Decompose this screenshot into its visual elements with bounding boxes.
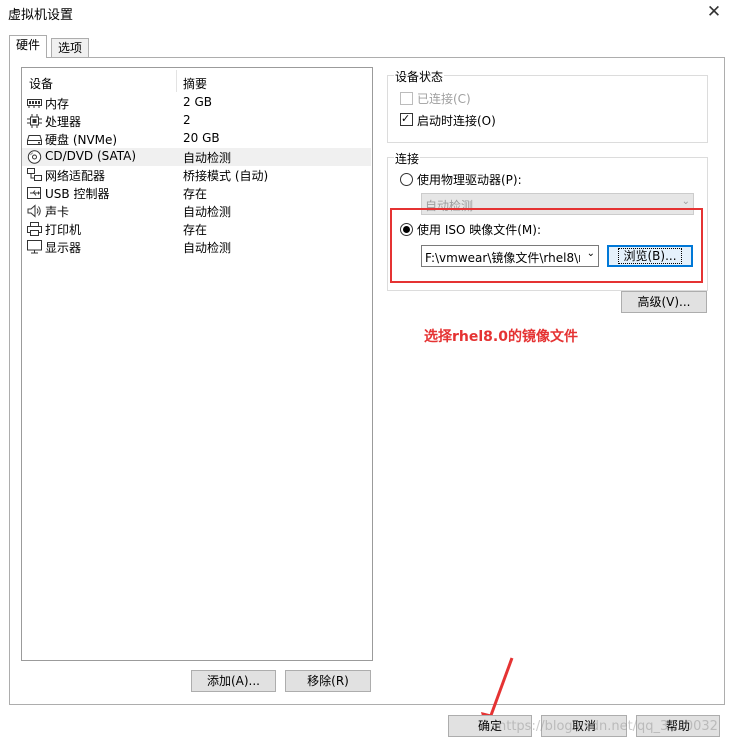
connected-checkbox[interactable] <box>400 92 413 105</box>
device-row-usb[interactable]: USB 控制器 存在 <box>22 184 371 202</box>
device-name: 显示器 <box>45 241 82 255</box>
close-icon[interactable]: ✕ <box>704 2 724 22</box>
device-summary: 20 GB <box>183 131 220 145</box>
device-name: 声卡 <box>45 205 70 219</box>
device-summary: 存在 <box>183 187 208 201</box>
device-name: CD/DVD (SATA) <box>45 149 137 163</box>
printer-icon <box>27 222 42 236</box>
device-name: 处理器 <box>45 115 82 129</box>
device-row-display[interactable]: 显示器 自动检测 <box>22 238 371 256</box>
cd-icon <box>27 150 42 164</box>
advanced-button[interactable]: 高级(V)... <box>621 291 707 313</box>
monitor-icon <box>27 240 42 254</box>
chevron-down-icon: ⌄ <box>681 196 690 207</box>
device-row-cd-dvd[interactable]: CD/DVD (SATA) 自动检测 <box>22 148 371 166</box>
connected-label: 已连接(C) <box>417 92 471 106</box>
device-name: USB 控制器 <box>45 187 110 201</box>
device-row-network[interactable]: 网络适配器 桥接模式 (自动) <box>22 166 371 184</box>
device-name: 打印机 <box>45 223 82 237</box>
column-divider[interactable] <box>176 70 177 92</box>
memory-icon <box>27 99 42 108</box>
device-summary: 自动检测 <box>183 151 232 165</box>
device-summary: 桥接模式 (自动) <box>183 169 269 183</box>
annotation-text: 选择rhel8.0的镜像文件 <box>424 329 578 345</box>
connect-at-power-on-label: 启动时连接(O) <box>417 114 496 128</box>
device-row-memory[interactable]: 内存 2 GB <box>22 94 371 112</box>
device-row-disk[interactable]: 硬盘 (NVMe) 20 GB <box>22 130 371 148</box>
device-name: 内存 <box>45 97 70 111</box>
remove-device-button[interactable]: 移除(R) <box>285 670 371 692</box>
network-icon <box>27 168 42 181</box>
device-name: 网络适配器 <box>45 169 106 183</box>
window-title: 虚拟机设置 <box>8 8 74 23</box>
tab-hardware[interactable]: 硬件 <box>9 35 48 58</box>
device-name: 硬盘 (NVMe) <box>45 133 118 147</box>
device-status-group <box>387 75 708 143</box>
device-status-title: 设备状态 <box>394 68 445 85</box>
highlight-box <box>390 208 703 283</box>
physical-drive-radio[interactable] <box>400 173 413 186</box>
column-header-device[interactable]: 设备 <box>29 75 53 92</box>
device-summary: 自动检测 <box>183 241 232 255</box>
speaker-icon <box>27 204 41 218</box>
add-device-button[interactable]: 添加(A)... <box>191 670 276 692</box>
device-row-cpu[interactable]: 处理器 2 <box>22 112 371 130</box>
watermark: https://blog.csdn.net/qq_38..0032 <box>498 719 718 734</box>
device-summary: 自动检测 <box>183 205 232 219</box>
disk-icon <box>27 135 42 145</box>
usb-icon <box>27 187 41 199</box>
connection-title: 连接 <box>394 150 421 167</box>
device-summary: 2 <box>183 113 191 127</box>
tab-options[interactable]: 选项 <box>51 38 90 58</box>
device-row-printer[interactable]: 打印机 存在 <box>22 220 371 238</box>
device-summary: 2 GB <box>183 95 212 109</box>
connect-at-power-on-checkbox[interactable]: ✓ <box>400 112 413 126</box>
cpu-icon <box>27 114 42 128</box>
physical-drive-label: 使用物理驱动器(P): <box>417 173 522 187</box>
device-summary: 存在 <box>183 223 208 237</box>
device-row-sound[interactable]: 声卡 自动检测 <box>22 202 371 220</box>
column-header-summary[interactable]: 摘要 <box>183 75 207 92</box>
checkmark-icon: ✓ <box>401 112 411 125</box>
